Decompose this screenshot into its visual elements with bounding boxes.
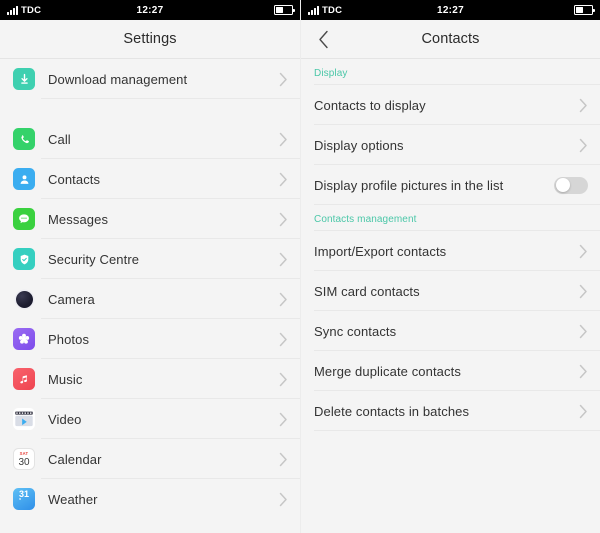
back-button[interactable] [310,20,337,58]
settings-item-contacts[interactable]: Contacts [0,159,300,199]
settings-group-1: Download management [0,59,300,99]
video-play-icon [13,408,35,430]
chevron-right-icon [579,364,588,379]
setting-row-label: Import/Export contacts [314,243,447,259]
settings-item-camera[interactable]: Camera [0,279,300,319]
settings-item-video[interactable]: Video [0,399,300,439]
setting-row-label: Display options [314,137,404,153]
weather-temperature: 31 ° [18,489,29,504]
calendar-weekday: SAT [19,451,29,457]
settings-item-label: Music [48,371,83,387]
download-icon [13,68,35,90]
setting-row-display-options[interactable]: Display options [301,125,600,165]
settings-item-label: Weather [48,491,98,507]
chevron-right-icon [279,332,288,347]
setting-row-merge-duplicate-contacts[interactable]: Merge duplicate contacts [301,351,600,391]
flower-photos-icon [13,328,35,350]
status-bar-clock: 12:27 [436,4,465,16]
phone-icon [13,128,35,150]
chevron-right-icon [279,292,288,307]
status-bar-clock: 12:27 [136,4,164,16]
calendar-day: 30 [18,456,30,468]
dual-screenshot-stage: TDC 12:27 Settings Download management C… [0,0,600,533]
left-phone-screen: TDC 12:27 Settings Download management C… [0,0,300,533]
status-bar-right-cluster [274,5,295,15]
setting-row-sync-contacts[interactable]: Sync contacts [301,311,600,351]
settings-item-label: Messages [48,211,109,227]
message-bubble-icon [13,208,35,230]
chevron-right-icon [279,172,288,187]
setting-row-label: Display profile pictures in the list [314,177,504,193]
setting-row-label: Sync contacts [314,323,397,339]
settings-item-messages[interactable]: Messages [0,199,300,239]
chevron-right-icon [579,324,588,339]
toggle-knob [555,178,570,192]
display-profile-pictures-toggle[interactable] [554,176,588,194]
setting-row-delete-contacts-in-batches[interactable]: Delete contacts in batches [301,391,600,431]
settings-item-call[interactable]: Call [0,119,300,159]
section-header-display: Display [301,59,600,85]
setting-row-label: Contacts to display [314,97,426,113]
chevron-right-icon [279,372,288,387]
settings-item-label: Contacts [48,171,101,187]
weather-icon: 31 ° [13,488,35,510]
settings-item-label: Security Centre [48,251,140,267]
setting-row-import-export-contacts[interactable]: Import/Export contacts [301,231,600,271]
chevron-right-icon [279,132,288,147]
setting-row-label: Delete contacts in batches [314,403,470,419]
settings-item-security-centre[interactable]: Security Centre [0,239,300,279]
chevron-right-icon [279,452,288,467]
chevron-right-icon [279,252,288,267]
settings-item-label: Camera [48,291,95,307]
settings-group-2: Call Contacts Messages Security Centre C… [0,119,300,519]
contacts-settings-list[interactable]: Display Contacts to display Display opti… [301,59,600,533]
settings-item-label: Call [48,131,71,147]
battery-icon [274,5,295,15]
page-title: Contacts [421,31,480,47]
setting-row-contacts-to-display[interactable]: Contacts to display [301,85,600,125]
status-bar-right: TDC 12:27 [301,0,600,20]
chevron-right-icon [579,284,588,299]
chevron-right-icon [579,404,588,419]
chevron-left-icon [318,30,329,49]
navbar-settings: Settings [0,20,300,59]
chevron-right-icon [279,492,288,507]
navbar-contacts: Contacts [301,20,600,59]
chevron-right-icon [279,72,288,87]
chevron-right-icon [279,212,288,227]
shield-check-icon [13,248,35,270]
setting-row-label: SIM card contacts [314,283,420,299]
setting-row-display-profile-pictures[interactable]: Display profile pictures in the list [301,165,600,205]
person-icon [13,168,35,190]
chevron-right-icon [579,138,588,153]
section-header-contacts-management: Contacts management [301,205,600,231]
chevron-right-icon [579,98,588,113]
settings-item-music[interactable]: Music [0,359,300,399]
right-phone-screen: TDC 12:27 Contacts Display Contacts to d… [300,0,600,533]
settings-item-label: Video [48,411,82,427]
chevron-right-icon [579,244,588,259]
chevron-right-icon [279,412,288,427]
status-bar-left: TDC 12:27 [0,0,300,20]
settings-item-calendar[interactable]: SAT 30 Calendar [0,439,300,479]
settings-item-weather[interactable]: 31 ° Weather [0,479,300,519]
setting-row-sim-card-contacts[interactable]: SIM card contacts [301,271,600,311]
settings-item-label: Photos [48,331,90,347]
group-spacer [0,99,300,119]
settings-item-label: Calendar [48,451,102,467]
status-bar-right-cluster [574,5,595,15]
camera-lens-icon [13,288,35,310]
settings-item-download-management[interactable]: Download management [0,59,300,99]
page-title: Settings [123,31,177,47]
settings-item-label: Download management [48,71,188,87]
calendar-icon: SAT 30 [13,448,35,470]
setting-row-label: Merge duplicate contacts [314,363,461,379]
music-note-icon [13,368,35,390]
settings-list[interactable]: Download management Call Contacts Messag… [0,59,300,533]
settings-item-photos[interactable]: Photos [0,319,300,359]
battery-icon [574,5,595,15]
